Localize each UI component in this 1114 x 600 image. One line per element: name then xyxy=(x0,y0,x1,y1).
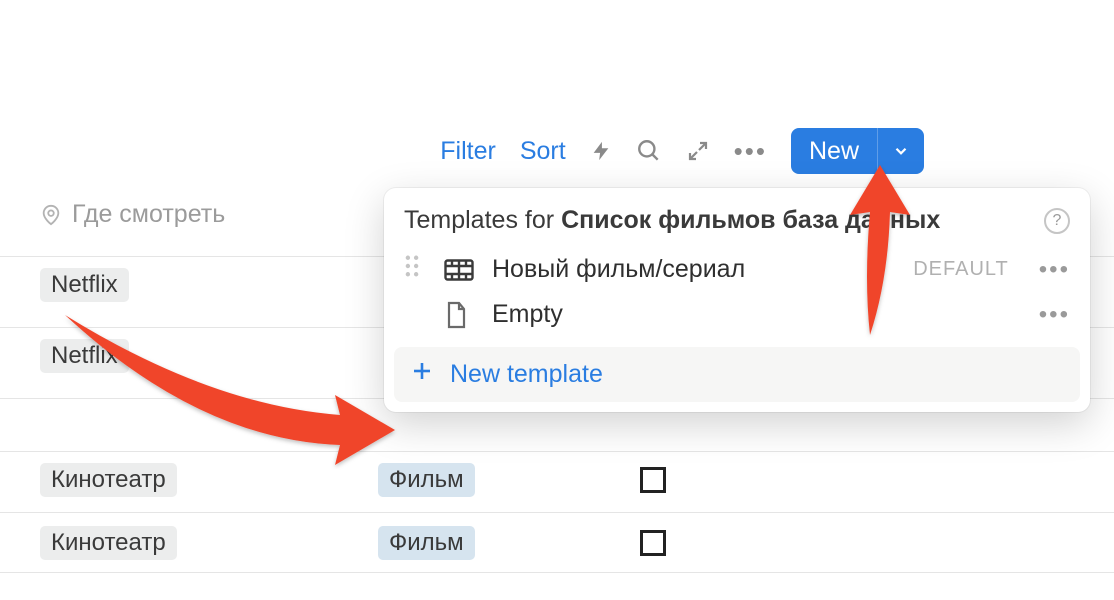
plus-icon xyxy=(410,359,434,390)
new-template-button[interactable]: New template xyxy=(394,347,1080,402)
default-badge: DEFAULT xyxy=(913,258,1009,281)
search-icon[interactable] xyxy=(636,138,662,164)
tag-type: Фильм xyxy=(378,526,475,560)
location-icon xyxy=(40,202,62,228)
drag-handle-icon[interactable] xyxy=(404,255,426,284)
more-icon[interactable]: ••• xyxy=(734,138,767,164)
templates-popover: Templates for Список фильмов база данных… xyxy=(384,188,1090,412)
template-item-label: Новый фильм/сериал xyxy=(492,255,745,284)
tag-type: Фильм xyxy=(378,463,475,497)
help-icon[interactable]: ? xyxy=(1044,208,1070,234)
expand-icon[interactable] xyxy=(686,139,710,163)
table-row[interactable]: Кинотеатр Фильм xyxy=(0,512,1114,573)
bolt-icon[interactable] xyxy=(590,137,612,165)
page-icon xyxy=(444,301,474,329)
filter-button[interactable]: Filter xyxy=(440,137,496,166)
table-row[interactable]: Кинотеатр Фильм xyxy=(0,451,1114,508)
column-header-place[interactable]: Где смотреть xyxy=(40,200,225,229)
popover-title-bold: Список фильмов база данных xyxy=(561,206,940,235)
film-icon xyxy=(444,258,474,282)
sort-button[interactable]: Sort xyxy=(520,137,566,166)
popover-title-prefix: Templates for xyxy=(404,206,554,235)
template-more-icon[interactable]: ••• xyxy=(1039,258,1070,282)
tag-place: Netflix xyxy=(40,339,129,373)
chevron-down-icon xyxy=(892,142,910,160)
new-button-dropdown[interactable] xyxy=(878,128,924,174)
new-button[interactable]: New xyxy=(791,128,924,174)
tag-place: Кинотеатр xyxy=(40,463,177,497)
new-template-label: New template xyxy=(450,360,603,389)
popover-header: Templates for Список фильмов база данных… xyxy=(384,188,1090,247)
tag-place: Кинотеатр xyxy=(40,526,177,560)
checkbox[interactable] xyxy=(640,530,666,556)
template-more-icon[interactable]: ••• xyxy=(1039,303,1070,327)
tag-place: Netflix xyxy=(40,268,129,302)
column-header-label: Где смотреть xyxy=(72,200,225,229)
checkbox[interactable] xyxy=(640,467,666,493)
template-item-default[interactable]: Новый фильм/сериал DEFAULT ••• xyxy=(384,247,1090,292)
database-toolbar: Filter Sort ••• New xyxy=(0,128,1114,174)
template-item-empty[interactable]: Empty ••• xyxy=(384,292,1090,337)
new-button-label: New xyxy=(791,128,877,174)
template-item-label: Empty xyxy=(492,300,563,329)
